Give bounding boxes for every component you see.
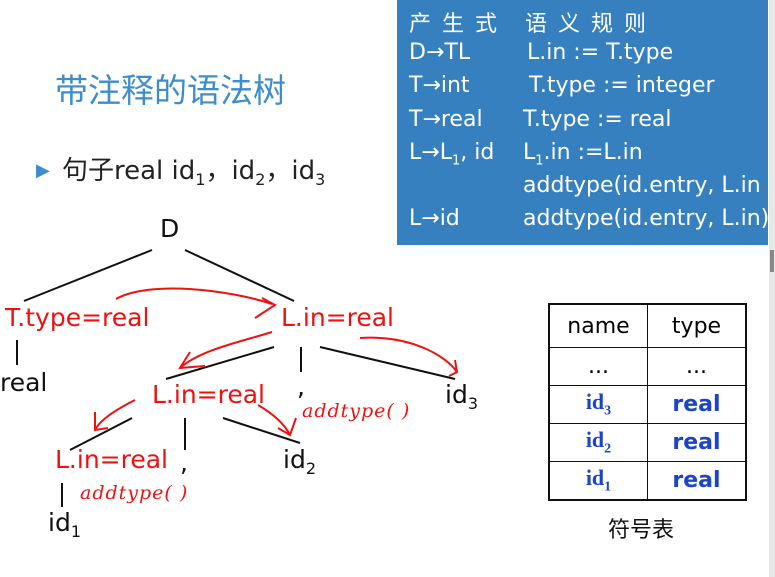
- rule-1: T.type := integer: [529, 73, 715, 98]
- cell-type: ...: [647, 347, 747, 386]
- node-comma-mid: ,: [180, 448, 188, 477]
- cell-type: real: [647, 461, 747, 501]
- node-real: real: [0, 368, 48, 397]
- node-ttype: T.type=real: [5, 303, 150, 332]
- node-id3: id3: [445, 380, 479, 413]
- node-id2: id2: [283, 445, 317, 478]
- header-name: name: [548, 303, 648, 348]
- table-row: ......: [548, 347, 747, 386]
- cell-name: id3: [548, 385, 648, 424]
- rule-0: L.in := T.type: [527, 40, 674, 65]
- arrow-lmid-to-lbot: [94, 399, 136, 432]
- cell-type: real: [647, 423, 747, 462]
- scrollbar[interactable]: [769, 0, 775, 577]
- table-row: id1 real: [548, 461, 747, 501]
- node-comma-top: ,: [297, 372, 305, 401]
- scrollbar-thumb[interactable]: [770, 250, 774, 272]
- rule-2: T.type := real: [523, 107, 672, 132]
- node-d: D: [160, 214, 180, 243]
- edge-l-id3: [319, 346, 456, 380]
- arrow-lin-to-id3: [359, 336, 459, 377]
- symbol-table: name type ...... id3 real id2 real id1 real: [548, 303, 747, 501]
- annotation-addtype-mid: addtype( ): [302, 400, 411, 422]
- rule-3: L1.in :=L.in: [523, 140, 643, 169]
- rule-5: addtype(id.entry, L.in): [523, 206, 770, 231]
- cell-name: id1: [548, 461, 648, 501]
- cell-name: id2: [548, 423, 648, 462]
- node-lin-bot: L.in=real: [55, 445, 168, 474]
- table-header-row: name type: [548, 303, 747, 348]
- node-lin-mid: L.in=real: [152, 380, 265, 409]
- rule-4: addtype(id.entry, L.in: [523, 173, 761, 198]
- node-lin-top: L.in=real: [281, 303, 394, 332]
- cell-type: real: [647, 385, 747, 424]
- node-id1: id1: [48, 508, 82, 541]
- header-type: type: [647, 303, 747, 348]
- arrow-lin-to-lmid: [178, 331, 273, 370]
- header-rule: 语 义 规 则: [525, 12, 648, 37]
- parse-tree-edges: [16, 249, 459, 507]
- table-row: id2 real: [548, 423, 747, 462]
- table-row: id3 real: [548, 385, 747, 424]
- edge-d-l: [184, 249, 295, 302]
- annotation-addtype-bot: addtype( ): [80, 482, 189, 504]
- table-caption: 符号表: [608, 518, 675, 543]
- cell-name: ...: [548, 347, 648, 386]
